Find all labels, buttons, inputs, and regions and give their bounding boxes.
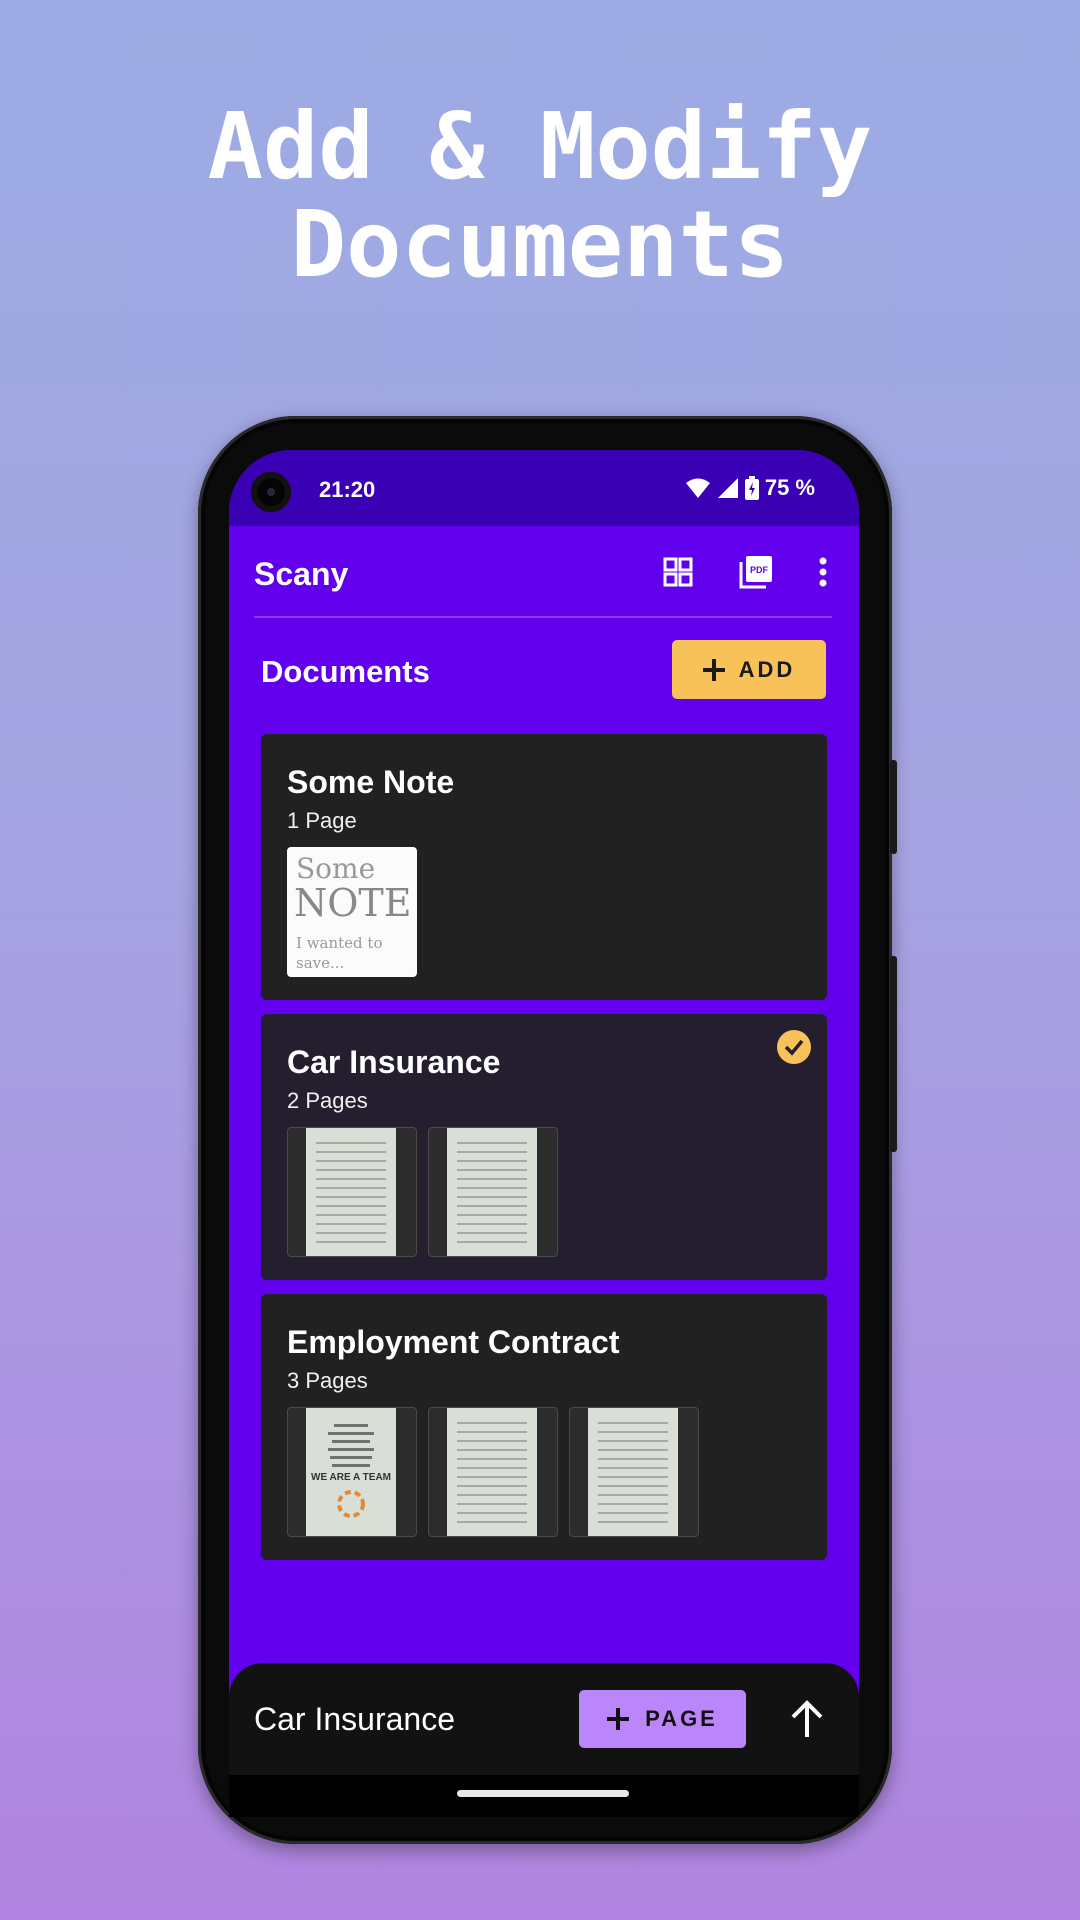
page-thumbnail[interactable]: [569, 1407, 699, 1537]
plus-icon: [607, 1708, 630, 1730]
wifi-icon: [685, 478, 710, 498]
signal-icon: [717, 478, 738, 498]
document-page-image: [588, 1408, 678, 1536]
plus-icon: [702, 658, 725, 681]
home-indicator[interactable]: [457, 1790, 629, 1797]
phone-volume-button: [890, 956, 897, 1152]
documents-title: Documents: [261, 654, 430, 689]
front-camera: [251, 472, 291, 512]
check-icon: [777, 1030, 811, 1064]
svg-text:WE ARE A TEAM: WE ARE A TEAM: [311, 1472, 391, 1483]
document-page-image: [447, 1408, 537, 1536]
document-card-some-note[interactable]: Some Note 1 Page Some NOTE I wanted to s…: [261, 734, 827, 1000]
selected-document-title: Car Insurance: [254, 1701, 455, 1737]
battery-percent: 75 %: [764, 475, 815, 500]
status-icons: 75 %: [685, 475, 815, 501]
document-page-count: 1 Page: [287, 808, 357, 833]
document-card-car-insurance[interactable]: Car Insurance 2 Pages: [261, 1014, 827, 1280]
document-page-count: 3 Pages: [287, 1368, 368, 1393]
add-button-label: ADD: [738, 656, 796, 682]
svg-text:PDF: PDF: [750, 565, 769, 575]
document-card-employment-contract[interactable]: Employment Contract 3 Pages WE ARE A TEA…: [261, 1294, 827, 1560]
headline-line-2: Documents: [290, 191, 790, 298]
app-bar: Scany PDF: [229, 526, 859, 618]
app-bar-divider: [254, 616, 832, 618]
headline: Add & Modify Documents: [0, 98, 1080, 294]
page-button-label: PAGE: [645, 1706, 718, 1731]
svg-text:save...: save...: [296, 954, 344, 972]
page-thumbnail[interactable]: Some NOTE I wanted to save...: [287, 847, 417, 977]
app-title: Scany: [254, 556, 349, 592]
grid-icon[interactable]: [660, 554, 696, 590]
battery-icon: [744, 476, 759, 500]
svg-text:NOTE: NOTE: [294, 881, 412, 925]
more-vert-icon[interactable]: [805, 554, 841, 590]
add-document-button[interactable]: ADD: [672, 640, 826, 699]
add-page-button[interactable]: PAGE: [579, 1690, 746, 1748]
document-title: Employment Contract: [287, 1324, 620, 1360]
document-page-image: [447, 1128, 537, 1256]
bottom-bar: Car Insurance PAGE: [229, 1663, 859, 1775]
page-thumbnail[interactable]: [428, 1407, 558, 1537]
page-thumbnail[interactable]: WE ARE A TEAM: [287, 1407, 417, 1537]
document-page-image: [306, 1128, 396, 1256]
handwritten-note-image: Some NOTE I wanted to save...: [294, 852, 412, 972]
phone-screen: 21:20 75 % Scany PDF Documents ADD Some …: [229, 450, 859, 1775]
document-title: Some Note: [287, 764, 455, 800]
page-thumbnail[interactable]: [428, 1127, 558, 1257]
page-thumbnail[interactable]: [287, 1127, 417, 1257]
pdf-icon[interactable]: PDF: [738, 554, 774, 590]
document-title: Car Insurance: [287, 1044, 501, 1080]
phone-side-button: [890, 760, 897, 854]
status-time: 21:20: [319, 477, 376, 502]
arrow-up-icon[interactable]: [785, 1697, 829, 1741]
headline-line-1: Add & Modify: [207, 93, 873, 200]
svg-text:I wanted to: I wanted to: [296, 934, 382, 952]
document-page-count: 2 Pages: [287, 1088, 368, 1113]
document-page-image: WE ARE A TEAM: [306, 1408, 396, 1536]
status-bar: 21:20 75 %: [229, 450, 859, 526]
